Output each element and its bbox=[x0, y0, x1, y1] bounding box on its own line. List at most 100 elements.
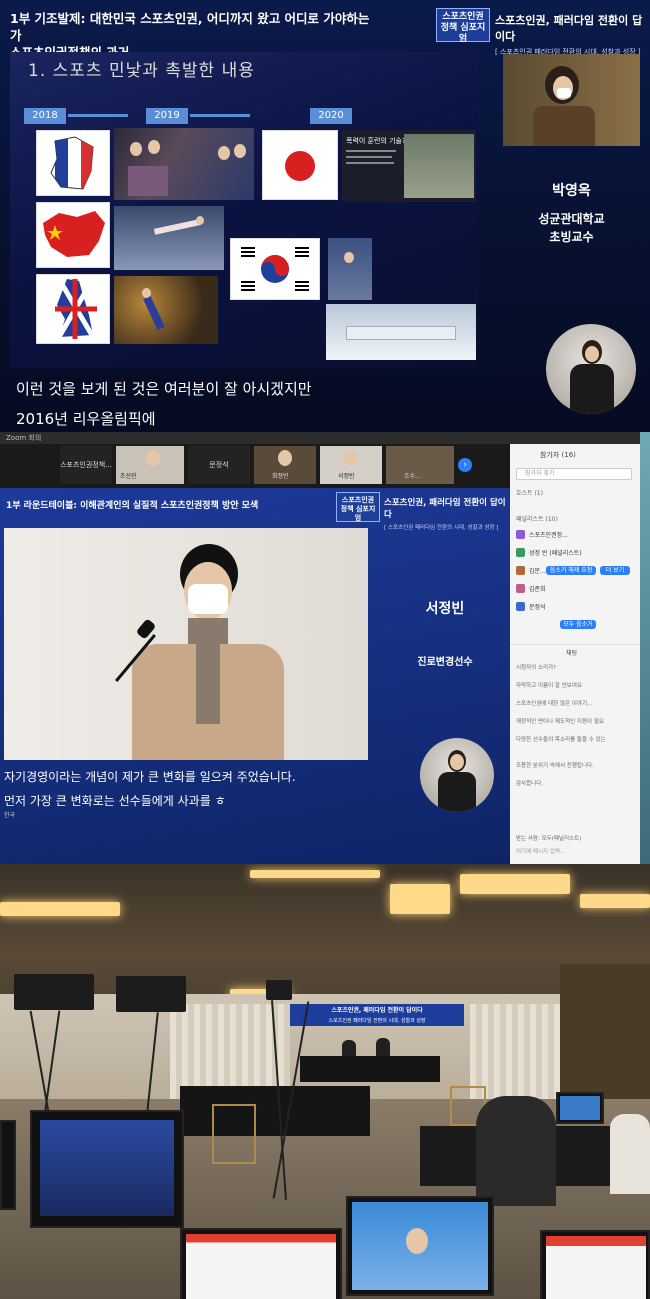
participant-row[interactable]: 김문... bbox=[516, 566, 546, 575]
laptop-screen bbox=[540, 1230, 650, 1299]
thumbnail-tile[interactable]: 문정석 bbox=[188, 446, 250, 484]
thumbnail-tile[interactable]: 스포츠인권정책... bbox=[60, 446, 112, 484]
wood-wall bbox=[560, 964, 650, 1104]
caption-line1: 자기경영이라는 개념이 제가 큰 변화를 일으켜 주었습니다. bbox=[4, 770, 296, 784]
gold-chair bbox=[212, 1104, 256, 1164]
china-map-image bbox=[36, 202, 110, 268]
laptop-screen bbox=[556, 1092, 604, 1124]
year-2020-tag: 2020 bbox=[310, 108, 352, 124]
panelist bbox=[342, 1040, 356, 1056]
france-map-image bbox=[36, 130, 110, 196]
thumbnail-tile[interactable]: 조수... bbox=[386, 446, 454, 484]
staff-member bbox=[476, 1096, 556, 1206]
laptop-screen bbox=[346, 1196, 494, 1296]
presentation-slide: 1. 스포츠 민낯과 촉발한 내용 2018 2019 2020 폭력이 훈련의… bbox=[10, 52, 478, 368]
speaker-role: 진로변경선수 bbox=[417, 657, 473, 668]
thumbnail-tile[interactable]: 서정빈 bbox=[320, 446, 382, 484]
caption-line2: 먼저 가장 큰 변화로는 선수들에게 사과를 ㅎ bbox=[4, 794, 226, 808]
ceiling-light bbox=[390, 884, 450, 914]
ceiling-light bbox=[580, 894, 650, 908]
symposium-badge: 스포츠인권정책 심포지엄 bbox=[336, 492, 380, 522]
mute-all-button[interactable]: 모두 음소거 bbox=[560, 620, 596, 629]
participants-header: 참가자 (16) bbox=[540, 451, 576, 459]
thumbnail-tile[interactable]: 조선진 bbox=[116, 446, 184, 484]
participant-search-input[interactable]: 참가자 찾기 bbox=[516, 468, 632, 480]
slogan: 스포츠인권, 패러다임 전환이 답이다 [ 스포츠인권 패러다임 전환의 시대,… bbox=[495, 12, 645, 57]
window-edge bbox=[640, 432, 650, 864]
participant-row[interactable]: 김준희 bbox=[516, 584, 546, 593]
staff-member bbox=[610, 1114, 650, 1194]
participant-row[interactable]: 스포츠인권정... bbox=[516, 530, 568, 539]
caption-line1: 이런 것을 보게 된 것은 여러분이 잘 아시겠지만 bbox=[16, 380, 312, 398]
chat-recipient-select[interactable]: 받는 사람: 모두(패널리스트) bbox=[516, 834, 581, 842]
event-title-line1: 1부 기조발제: 대한민국 스포츠인권, 어디까지 왔고 어디로 가야하는가 bbox=[10, 11, 370, 43]
chat-message: 다양한 선수들의 목소리를 들을 수 있는 bbox=[516, 737, 606, 743]
ceiling-light bbox=[0, 902, 120, 916]
year-2019-tag: 2019 bbox=[146, 108, 250, 124]
chat-message: 시청자의 소리가? bbox=[516, 665, 557, 671]
participant-row[interactable]: 성정 빈 (패널리스트) bbox=[516, 548, 582, 557]
caption-line2: 2016년 리우올림픽에 bbox=[16, 410, 156, 428]
panelists-label[interactable]: 패널리스트 (10) bbox=[516, 514, 558, 523]
chat-input[interactable]: 여기에 메시지 입력... bbox=[516, 846, 634, 858]
slogan-text: 스포츠인권, 패러다임 전환이 답이다 bbox=[495, 14, 643, 43]
participant-thumbnails: 스포츠인권정책... 조선진 문정석 최정빈 서정빈 조수... bbox=[0, 444, 510, 488]
symposium-badge: 스포츠인권정책 심포지엄 bbox=[436, 8, 490, 44]
chat-message: 감사합니다. bbox=[516, 781, 544, 787]
training-hall-photo bbox=[326, 304, 476, 360]
ceiling-light bbox=[460, 874, 570, 894]
side-monitor bbox=[0, 1120, 16, 1210]
chat-message: 자막하고 이름이 잘 안보여요 bbox=[516, 683, 582, 689]
chat-message: 재정적인 면이나 제도적인 지원이 필요 bbox=[516, 719, 604, 725]
zoom-title-bar: Zoom 회의 bbox=[0, 432, 650, 444]
news-headline: 폭력이 훈련의 기술? bbox=[346, 137, 406, 145]
year-2018-tag: 2018 bbox=[24, 108, 128, 124]
panel-table bbox=[300, 1056, 440, 1082]
chat-header: 채팅 bbox=[566, 650, 578, 657]
participant-row[interactable]: 문정석 bbox=[516, 602, 546, 611]
slogan-sub: [ 스포츠인권 패러다임 전환의 시대, 성찰과 성장 ] bbox=[384, 525, 499, 531]
speaker-name: 서정빈 bbox=[425, 601, 465, 617]
korea-flag-image bbox=[230, 238, 320, 300]
news-article-photo: 폭력이 훈련의 기술? bbox=[342, 130, 476, 202]
sign-language-interpreter bbox=[546, 324, 636, 414]
video-camera bbox=[266, 980, 292, 1000]
event-banner: 스포츠인권, 패러다임 전환이 답이다 스포츠인권 패러다임 전환의 시대, 성… bbox=[290, 1004, 464, 1026]
main-video-stage: 1부 라운드테이블: 이해관계인의 실질적 스포츠인권정책 방안 모색 스포츠인… bbox=[0, 488, 510, 864]
caption-language-tag: 한국 bbox=[4, 812, 16, 819]
speaker-video bbox=[4, 528, 368, 760]
laptop-screen bbox=[180, 1228, 342, 1299]
panelist bbox=[376, 1038, 390, 1056]
chat-message: 조용한 분위기 속에서 진행됩니다. bbox=[516, 763, 594, 769]
more-button[interactable]: 더 보기 bbox=[600, 566, 630, 575]
sign-language-interpreter bbox=[420, 738, 494, 812]
audience-table bbox=[180, 1086, 370, 1136]
speaker-camera-feed bbox=[503, 54, 640, 146]
uk-map-image bbox=[36, 274, 110, 344]
video-camera bbox=[116, 976, 186, 1012]
broadcast-monitor bbox=[30, 1110, 184, 1228]
speaker-name: 박영옥 bbox=[552, 183, 591, 199]
lecture-screen-panel: 1부 기조발제: 대한민국 스포츠인권, 어디까지 왔고 어디로 가야하는가 스… bbox=[0, 0, 650, 432]
zoom-webinar-panel: Zoom 회의 스포츠인권정책... 조선진 문정석 최정빈 서정빈 조수...… bbox=[0, 432, 650, 864]
banner-subtitle: 스포츠인권 패러다임 전환의 시대, 성찰과 성장 bbox=[328, 1018, 426, 1024]
next-page-button[interactable]: › bbox=[458, 458, 472, 472]
slogan: 스포츠인권, 패러다임 전환이 답이다 [ 스포츠인권 패러다임 전환의 시대,… bbox=[384, 496, 510, 531]
thumbnail-tile[interactable]: 최정빈 bbox=[254, 446, 316, 484]
japan-flag-image bbox=[262, 130, 338, 200]
figure-skating-photo bbox=[114, 206, 224, 270]
speaker-role: 성균관대학교 초빙교수 bbox=[503, 210, 640, 246]
slide-heading: 1. 스포츠 민낯과 촉발한 내용 bbox=[28, 61, 255, 81]
ceiling-light bbox=[250, 870, 380, 878]
video-camera bbox=[14, 974, 94, 1010]
session-title: 1부 라운드테이블: 이해관계인의 실질적 스포츠인권정책 방안 모색 bbox=[6, 501, 259, 511]
participants-chat-sidebar: 참가자 (16) 참가자 찾기 호스트 (1) 패널리스트 (10) 스포츠인권… bbox=[510, 444, 640, 864]
gymnast-photo bbox=[114, 276, 218, 344]
speaker-title: 초빙교수 bbox=[549, 230, 594, 244]
venue-photo-panel: 스포츠인권, 패러다임 전환이 답이다 스포츠인권 패러다임 전환의 시대, 성… bbox=[0, 864, 650, 1299]
request-unmute-button[interactable]: 음소거 해제 요청 bbox=[546, 566, 596, 575]
speaker-affiliation: 성균관대학교 bbox=[538, 212, 605, 226]
chat-message: 스포츠인권에 대한 많은 이야기... bbox=[516, 701, 593, 707]
hosts-label[interactable]: 호스트 (1) bbox=[516, 488, 543, 497]
banner-title: 스포츠인권, 패러다임 전환이 답이다 bbox=[331, 1007, 423, 1014]
